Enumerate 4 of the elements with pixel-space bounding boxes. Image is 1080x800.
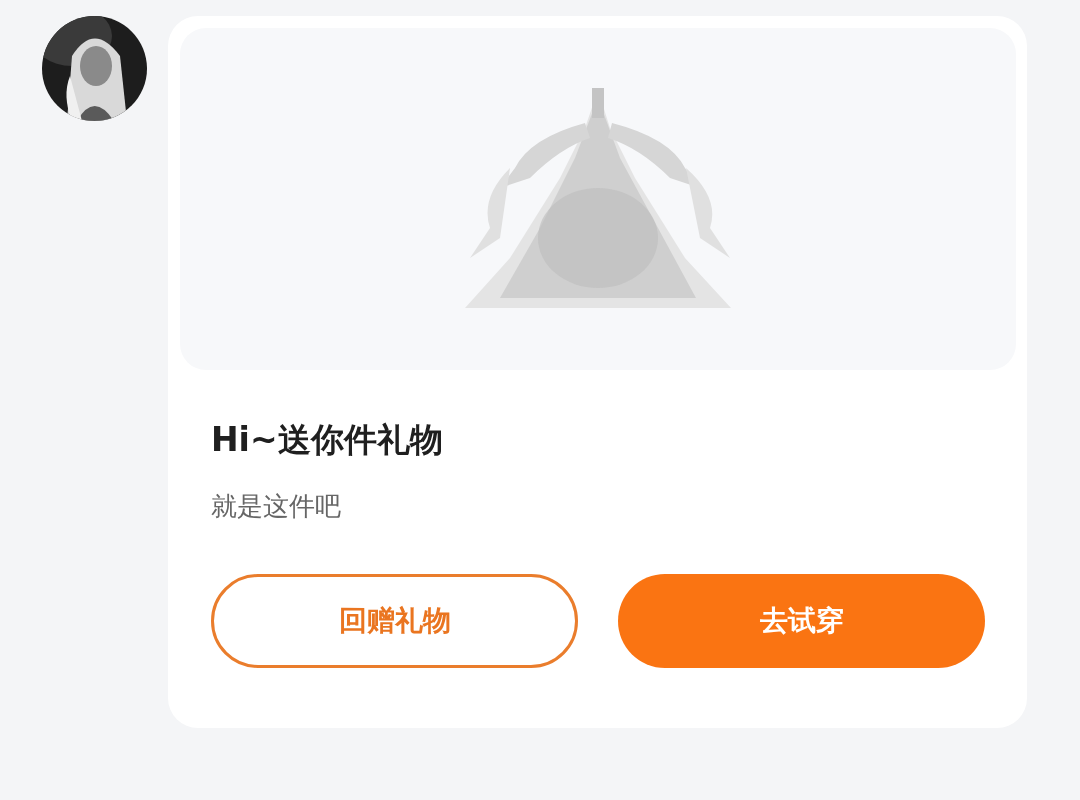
message-title: Hi~送你件礼物: [211, 419, 444, 461]
return-gift-button[interactable]: 回赠礼物: [211, 574, 578, 668]
try-on-button[interactable]: 去试穿: [618, 574, 985, 668]
message-subtitle: 就是这件吧: [211, 490, 342, 523]
